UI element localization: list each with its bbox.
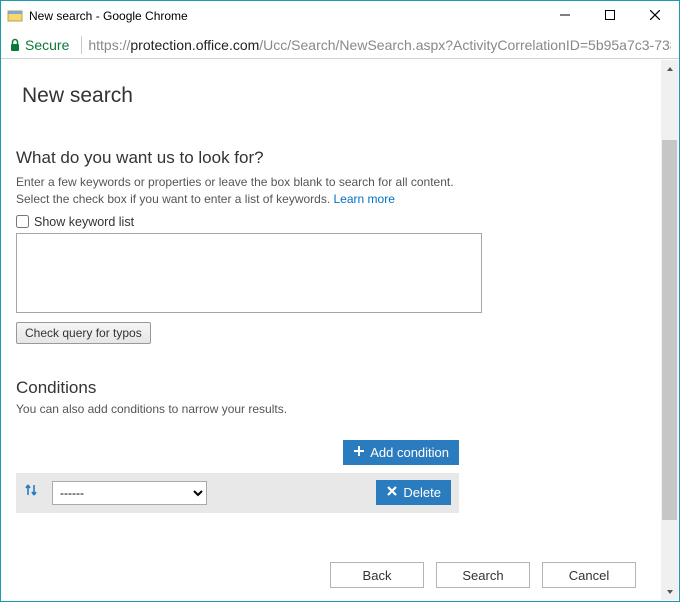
- secure-label: Secure: [25, 37, 69, 53]
- show-keyword-list-row[interactable]: Show keyword list: [16, 215, 648, 229]
- show-keyword-list-label: Show keyword list: [34, 215, 134, 229]
- query-input[interactable]: [16, 233, 482, 313]
- window-title: New search - Google Chrome: [29, 9, 542, 23]
- scroll-thumb[interactable]: [662, 140, 677, 520]
- app-icon: [7, 8, 23, 24]
- check-typos-button[interactable]: Check query for typos: [16, 322, 151, 344]
- page-title: New search: [22, 84, 648, 108]
- address-separator: [81, 36, 82, 54]
- conditions-help: You can also add conditions to narrow yo…: [16, 402, 648, 416]
- condition-select[interactable]: ------: [52, 481, 207, 505]
- window-controls: [542, 1, 677, 31]
- learn-more-link[interactable]: Learn more: [334, 192, 395, 206]
- close-button[interactable]: [632, 1, 677, 29]
- browser-window: New search - Google Chrome Secure https:…: [0, 0, 680, 602]
- address-bar: Secure https://protection.office.com/Ucc…: [1, 31, 679, 59]
- maximize-button[interactable]: [587, 1, 632, 29]
- search-help-text: Enter a few keywords or properties or le…: [16, 174, 648, 209]
- scrollbar[interactable]: [661, 60, 678, 600]
- conditions-title: Conditions: [16, 378, 648, 398]
- delete-icon: [386, 485, 398, 500]
- content-wrapper: New search What do you want us to look f…: [2, 60, 678, 600]
- url-text[interactable]: https://protection.office.com/Ucc/Search…: [88, 37, 671, 53]
- show-keyword-list-checkbox[interactable]: [16, 215, 29, 228]
- plus-icon: [353, 445, 365, 460]
- reorder-icon[interactable]: [24, 483, 42, 502]
- add-condition-button[interactable]: Add condition: [343, 440, 459, 465]
- page-content: New search What do you want us to look f…: [2, 60, 660, 600]
- condition-row: ------ Delete: [16, 473, 459, 513]
- search-button[interactable]: Search: [436, 562, 530, 588]
- search-question: What do you want us to look for?: [16, 148, 648, 168]
- titlebar: New search - Google Chrome: [1, 1, 679, 31]
- add-condition-row: Add condition: [16, 440, 459, 465]
- minimize-button[interactable]: [542, 1, 587, 29]
- footer-buttons: Back Search Cancel: [330, 562, 636, 588]
- back-button[interactable]: Back: [330, 562, 424, 588]
- cancel-button[interactable]: Cancel: [542, 562, 636, 588]
- delete-condition-button[interactable]: Delete: [376, 480, 451, 505]
- lock-icon: [9, 38, 21, 52]
- scroll-down-arrow[interactable]: [661, 583, 678, 600]
- scroll-up-arrow[interactable]: [661, 60, 678, 77]
